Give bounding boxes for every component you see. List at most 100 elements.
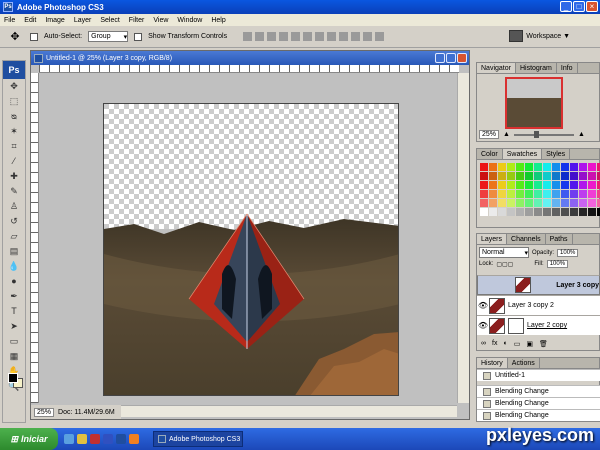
brush-tool-icon[interactable]: ✎ [3, 184, 25, 199]
blur-tool-icon[interactable]: 💧 [3, 259, 25, 274]
media-icon[interactable] [90, 434, 100, 444]
opacity-field[interactable]: 100% [557, 248, 579, 257]
color-swatch[interactable] [588, 163, 596, 171]
zoom-slider[interactable] [513, 130, 574, 138]
blend-mode-dropdown[interactable]: Normal ▾ [479, 247, 529, 258]
tab-layers[interactable]: Layers [477, 234, 508, 244]
color-swatch[interactable] [489, 163, 497, 171]
color-swatch[interactable] [498, 199, 506, 207]
color-swatch[interactable] [489, 181, 497, 189]
menu-help[interactable]: Help [211, 17, 225, 24]
color-swatch[interactable] [570, 199, 578, 207]
zoom-field[interactable]: 25% [34, 407, 55, 417]
color-swatch[interactable] [543, 181, 551, 189]
color-swatch[interactable] [561, 163, 569, 171]
align-left-icon[interactable] [279, 32, 289, 41]
trash-icon[interactable]: 🗑 [539, 340, 548, 350]
color-swatch[interactable] [543, 208, 551, 216]
doc-close-button[interactable] [457, 53, 467, 63]
color-swatch[interactable] [552, 190, 560, 198]
color-swatch[interactable] [570, 190, 578, 198]
tab-color[interactable]: Color [477, 149, 503, 159]
color-swatch[interactable] [588, 172, 596, 180]
doc-minimize-button[interactable] [435, 53, 445, 63]
color-swatch[interactable] [516, 199, 524, 207]
pen-tool-icon[interactable]: ✒ [3, 289, 25, 304]
color-swatch[interactable] [516, 181, 524, 189]
canvas-area[interactable] [39, 73, 459, 403]
tab-paths[interactable]: Paths [546, 234, 573, 244]
color-swatch[interactable] [480, 172, 488, 180]
color-swatch[interactable] [552, 163, 560, 171]
fill-field[interactable]: 100% [546, 260, 569, 268]
color-swatch[interactable] [534, 172, 542, 180]
start-button[interactable]: ⊞ Iniciar [0, 428, 58, 450]
color-swatch[interactable] [588, 181, 596, 189]
horizontal-scrollbar[interactable] [121, 405, 457, 417]
history-item[interactable]: Blending Change [477, 409, 600, 421]
history-brush-icon[interactable]: ↺ [3, 214, 25, 229]
distribute-icon[interactable] [363, 32, 373, 41]
align-bottom-icon[interactable] [267, 32, 277, 41]
color-swatch[interactable] [543, 199, 551, 207]
tab-navigator[interactable]: Navigator [477, 63, 516, 73]
marquee-tool-icon[interactable]: ⬚ [3, 94, 25, 109]
color-swatch[interactable] [525, 181, 533, 189]
crop-tool-icon[interactable]: ⌗ [3, 139, 25, 154]
new-layer-icon[interactable]: ▣ [526, 340, 533, 350]
auto-select-checkbox[interactable] [30, 32, 38, 41]
color-swatch[interactable] [498, 190, 506, 198]
type-tool-icon[interactable]: T [3, 304, 25, 319]
image-canvas[interactable] [103, 103, 399, 396]
firefox-icon[interactable] [129, 434, 139, 444]
eye-icon[interactable]: 👁 [477, 301, 489, 310]
zoom-in-icon[interactable]: ▲ [578, 131, 585, 138]
color-swatch[interactable] [525, 199, 533, 207]
color-swatch[interactable] [507, 163, 515, 171]
tab-actions[interactable]: Actions [508, 358, 540, 368]
align-right-icon[interactable] [303, 32, 313, 41]
color-swatch[interactable] [516, 190, 524, 198]
color-swatch[interactable] [480, 181, 488, 189]
color-swatch[interactable] [552, 172, 560, 180]
clone-stamp-icon[interactable]: ♙ [3, 199, 25, 214]
doc-maximize-button[interactable] [446, 53, 456, 63]
tab-channels[interactable]: Channels [507, 234, 546, 244]
color-swatch[interactable] [561, 181, 569, 189]
color-swatch[interactable] [534, 181, 542, 189]
distribute-icon[interactable] [315, 32, 325, 41]
color-swatch[interactable] [570, 172, 578, 180]
color-swatch[interactable] [525, 208, 533, 216]
foreground-color-swatch[interactable] [8, 373, 18, 383]
dodge-tool-icon[interactable]: ● [3, 274, 25, 289]
color-swatch[interactable] [507, 190, 515, 198]
minimize-button[interactable]: _ [560, 1, 572, 12]
color-swatch[interactable] [534, 190, 542, 198]
color-swatch[interactable] [588, 199, 596, 207]
color-swatch[interactable] [579, 190, 587, 198]
color-swatch[interactable] [570, 163, 578, 171]
menu-filter[interactable]: Filter [129, 17, 145, 24]
menu-window[interactable]: Window [177, 17, 202, 24]
tab-styles[interactable]: Styles [542, 149, 571, 159]
transform-controls-checkbox[interactable] [134, 32, 143, 41]
navigator-preview[interactable] [505, 77, 563, 129]
healing-brush-icon[interactable]: ✚ [3, 169, 25, 184]
color-swatch[interactable] [534, 199, 542, 207]
link-icon[interactable]: ∞ [481, 340, 486, 350]
color-swatch[interactable] [570, 181, 578, 189]
history-item[interactable]: Blending Change [477, 385, 600, 397]
color-swatch[interactable] [543, 172, 551, 180]
eye-icon[interactable]: 👁 [477, 321, 489, 330]
mask-icon[interactable]: ◐ [503, 340, 507, 350]
app-icon[interactable] [103, 434, 113, 444]
color-swatch[interactable] [480, 199, 488, 207]
distribute-icon[interactable] [327, 32, 337, 41]
color-swatch[interactable] [480, 208, 488, 216]
history-item[interactable]: Blending Change [477, 397, 600, 409]
color-swatch[interactable] [516, 208, 524, 216]
color-swatch[interactable] [507, 172, 515, 180]
color-swatch[interactable] [489, 199, 497, 207]
distribute-icon[interactable] [375, 32, 385, 41]
color-swatch[interactable] [579, 181, 587, 189]
